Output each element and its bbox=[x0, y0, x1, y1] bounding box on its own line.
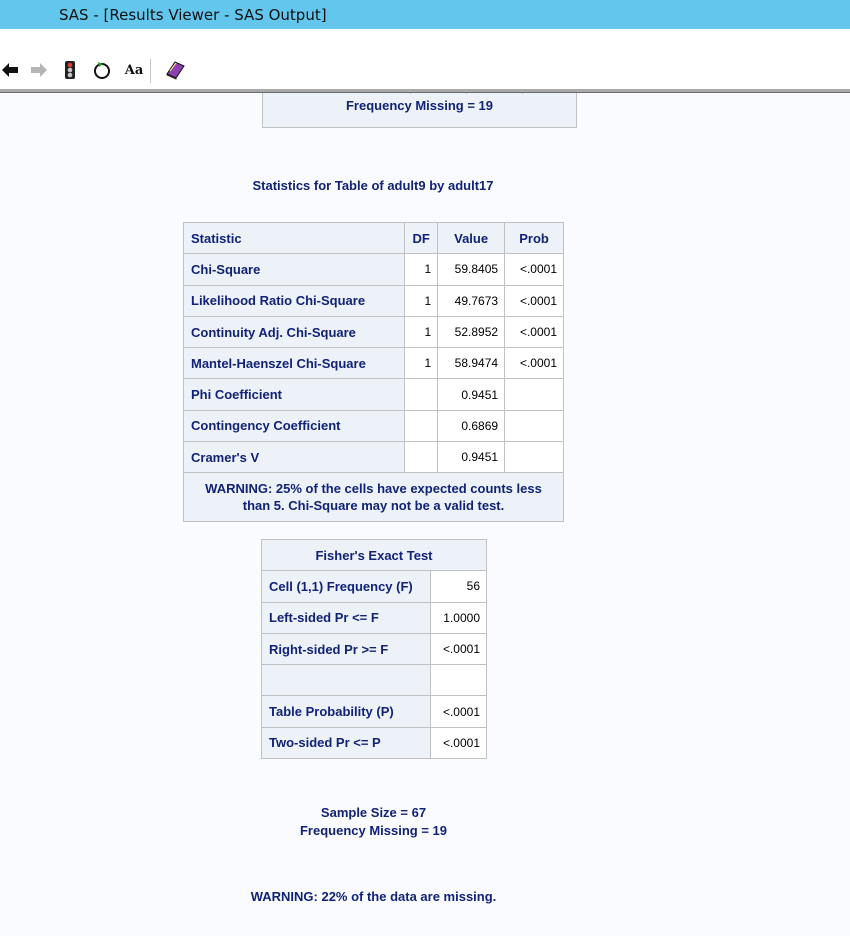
font-icon: Aa bbox=[124, 62, 144, 78]
df-cell bbox=[404, 378, 439, 411]
value-cell: 1.0000 bbox=[430, 601, 487, 634]
table-row: Mantel-Haenszel Chi-Square 1 58.9474 <.0… bbox=[182, 347, 564, 380]
value-cell bbox=[430, 664, 487, 697]
toolbar: Aa bbox=[0, 29, 850, 89]
value-cell: <.0001 bbox=[430, 695, 487, 728]
value-cell: 59.8405 bbox=[437, 253, 506, 286]
statistics-title: Statistics for Table of adult9 by adult1… bbox=[252, 178, 494, 193]
df-cell bbox=[404, 409, 439, 443]
table-row: Phi Coefficient 0.9451 bbox=[182, 378, 564, 411]
arrow-left-icon bbox=[2, 63, 18, 77]
value-cell: 52.8952 bbox=[437, 315, 506, 349]
row-label: Cell (1,1) Frequency (F) bbox=[260, 570, 432, 603]
df-cell: 1 bbox=[404, 347, 439, 380]
row-label: Cramer's V bbox=[182, 441, 406, 474]
toolbar-separator bbox=[150, 59, 151, 83]
refresh-button[interactable] bbox=[92, 59, 112, 81]
window-title: SAS - [Results Viewer - SAS Output] bbox=[59, 6, 327, 24]
sample-summary: Sample Size = 67 Frequency Missing = 19 bbox=[183, 804, 564, 840]
prob-cell: <.0001 bbox=[504, 347, 564, 380]
row-label: Left-sided Pr <= F bbox=[260, 601, 432, 634]
results-viewer: Frequency Missing = 19 Statistics for Ta… bbox=[0, 93, 850, 936]
header-prob: Prob bbox=[504, 221, 564, 255]
header-df: DF bbox=[404, 221, 439, 255]
table-row: Contingency Coefficient 0.6869 bbox=[182, 409, 564, 443]
table-row: Continuity Adj. Chi-Square 1 52.8952 <.0… bbox=[182, 315, 564, 349]
warning-line-1: WARNING: 25% of the cells have expected … bbox=[205, 481, 542, 497]
table-row: Chi-Square 1 59.8405 <.0001 bbox=[182, 253, 564, 286]
book-button[interactable] bbox=[163, 59, 187, 81]
table-row: Cell (1,1) Frequency (F) 56 bbox=[260, 570, 487, 603]
value-cell: 0.9451 bbox=[437, 378, 506, 411]
value-cell: 58.9474 bbox=[437, 347, 506, 380]
table-row: Left-sided Pr <= F 1.0000 bbox=[260, 601, 487, 634]
traffic-light-icon bbox=[65, 61, 75, 79]
row-label: Contingency Coefficient bbox=[182, 409, 406, 443]
prob-cell bbox=[504, 378, 564, 411]
book-icon bbox=[166, 61, 185, 80]
back-button[interactable] bbox=[0, 59, 20, 81]
value-cell: 0.9451 bbox=[437, 441, 506, 474]
statistics-table: Statistic DF Value Prob Chi-Square 1 59.… bbox=[182, 221, 564, 523]
window-title-bar: SAS - [Results Viewer - SAS Output] bbox=[0, 0, 850, 29]
prob-cell bbox=[504, 409, 564, 443]
warning-line-2: than 5. Chi-Square may not be a valid te… bbox=[242, 498, 505, 514]
value-cell: <.0001 bbox=[430, 632, 487, 666]
header-statistic: Statistic bbox=[182, 221, 406, 255]
table-row bbox=[260, 664, 487, 697]
value-cell: <.0001 bbox=[430, 726, 487, 760]
prob-cell bbox=[504, 441, 564, 474]
row-label: Chi-Square bbox=[182, 253, 406, 286]
value-cell: 56 bbox=[430, 570, 487, 603]
row-label: Continuity Adj. Chi-Square bbox=[182, 315, 406, 349]
forward-button[interactable] bbox=[29, 59, 49, 81]
df-cell bbox=[404, 441, 439, 474]
sample-size: Sample Size = 67 bbox=[320, 805, 427, 820]
table-row: Right-sided Pr >= F <.0001 bbox=[260, 632, 487, 666]
previous-table-cells bbox=[410, 93, 577, 94]
row-label: Likelihood Ratio Chi-Square bbox=[182, 284, 406, 317]
row-label: Table Probability (P) bbox=[260, 695, 432, 728]
chi-square-warning: WARNING: 25% of the cells have expected … bbox=[183, 472, 564, 523]
fisher-exact-table: Fisher's Exact Test Cell (1,1) Frequency… bbox=[260, 538, 487, 760]
value-cell: 0.6869 bbox=[437, 409, 506, 443]
prob-cell: <.0001 bbox=[504, 284, 564, 317]
df-cell: 1 bbox=[404, 315, 439, 349]
missing-data-warning: WARNING: 22% of the data are missing. bbox=[250, 889, 497, 904]
row-label bbox=[260, 664, 432, 697]
fisher-title-row: Fisher's Exact Test bbox=[261, 538, 487, 572]
fisher-title: Fisher's Exact Test bbox=[261, 538, 487, 572]
font-button[interactable]: Aa bbox=[122, 59, 146, 81]
df-cell: 1 bbox=[404, 253, 439, 286]
prob-cell: <.0001 bbox=[504, 253, 564, 286]
row-label: Mantel-Haenszel Chi-Square bbox=[182, 347, 406, 380]
table-row: Likelihood Ratio Chi-Square 1 49.7673 <.… bbox=[182, 284, 564, 317]
header-value: Value bbox=[437, 221, 506, 255]
stop-button[interactable] bbox=[60, 59, 80, 81]
row-label: Right-sided Pr >= F bbox=[260, 632, 432, 666]
statistics-header-row: Statistic DF Value Prob bbox=[182, 221, 564, 255]
table-row: Cramer's V 0.9451 bbox=[182, 441, 564, 474]
table-row: Table Probability (P) <.0001 bbox=[260, 695, 487, 728]
prob-cell: <.0001 bbox=[504, 315, 564, 349]
previous-frequency-missing: Frequency Missing = 19 bbox=[345, 98, 494, 113]
refresh-icon bbox=[94, 62, 110, 79]
value-cell: 49.7673 bbox=[437, 284, 506, 317]
df-cell: 1 bbox=[404, 284, 439, 317]
row-label: Two-sided Pr <= P bbox=[260, 726, 432, 760]
table-row: Two-sided Pr <= P <.0001 bbox=[260, 726, 487, 760]
warning-row: WARNING: 25% of the cells have expected … bbox=[183, 472, 564, 523]
previous-table-footer: Frequency Missing = 19 bbox=[262, 93, 577, 128]
row-label: Phi Coefficient bbox=[182, 378, 406, 411]
arrow-right-icon bbox=[31, 63, 47, 77]
frequency-missing: Frequency Missing = 19 bbox=[299, 823, 448, 838]
